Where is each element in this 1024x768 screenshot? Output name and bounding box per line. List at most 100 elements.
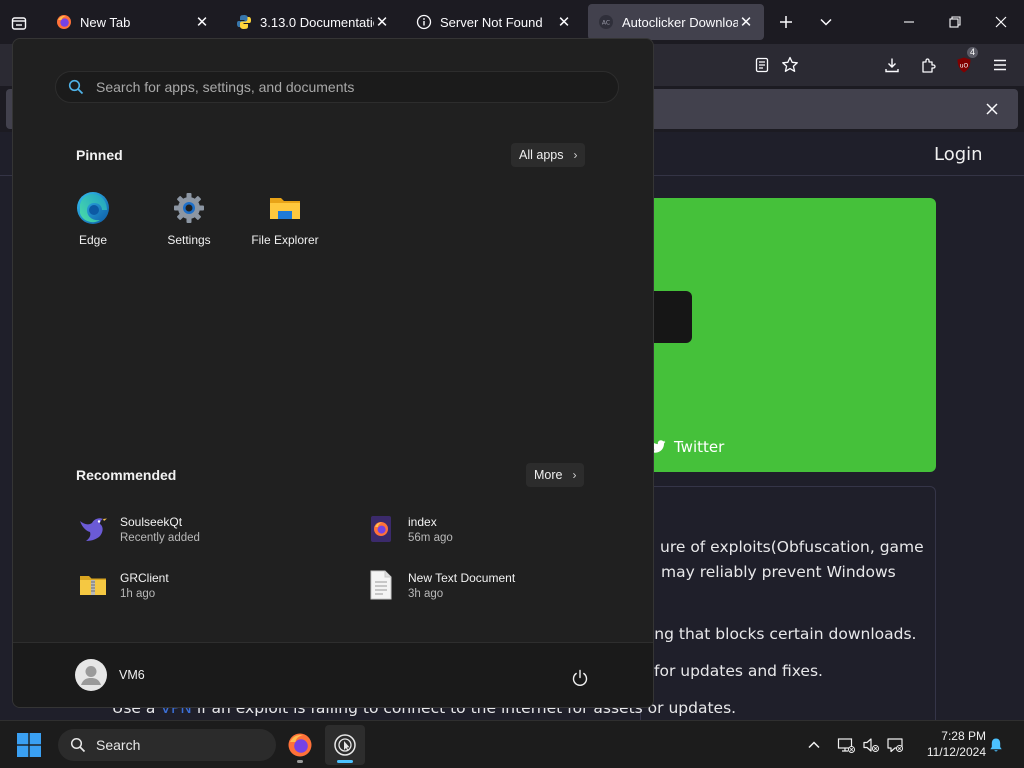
running-indicator xyxy=(297,760,303,763)
restore-icon[interactable] xyxy=(932,0,978,44)
tab-title: Autoclicker Download xyxy=(622,14,738,30)
pinned-app-label: File Explorer xyxy=(251,233,319,247)
all-apps-button[interactable]: All apps › xyxy=(511,143,586,167)
chevron-right-icon: › xyxy=(572,468,577,482)
hamburger-menu-icon[interactable] xyxy=(988,53,1012,77)
autoclicker-app-icon xyxy=(334,734,356,756)
pinned-app-label: Settings xyxy=(167,233,211,247)
edge-icon xyxy=(77,192,109,224)
close-tab-icon[interactable]: ✕ xyxy=(556,14,572,31)
tab-new-tab[interactable]: New Tab ✕ xyxy=(46,4,220,40)
list-all-tabs-chevron-icon[interactable] xyxy=(814,10,838,34)
bookmark-star-icon[interactable] xyxy=(778,53,802,77)
recommended-subtitle: 56m ago xyxy=(408,531,453,544)
search-icon xyxy=(70,737,86,753)
recommended-text: New Text Document 3h ago xyxy=(408,571,515,600)
new-tab-plus-icon[interactable] xyxy=(774,10,798,34)
close-tab-icon[interactable]: ✕ xyxy=(374,14,390,31)
windows-start-icon[interactable] xyxy=(16,732,42,758)
start-menu: Search for apps, settings, and documents… xyxy=(12,38,654,708)
recommended-text: index 56m ago xyxy=(408,515,453,544)
recommended-text: SoulseekQt Recently added xyxy=(120,515,200,544)
minimize-icon[interactable] xyxy=(886,0,932,44)
recommended-subtitle: 3h ago xyxy=(408,587,444,600)
tab-title: 3.13.0 Documentation xyxy=(260,14,374,30)
firefox-view-icon[interactable] xyxy=(8,12,30,34)
more-label: More xyxy=(534,468,563,482)
extension-badge-count: 4 xyxy=(966,47,978,58)
python-icon xyxy=(236,14,252,30)
ublock-origin-icon[interactable]: uO 4 xyxy=(952,47,978,77)
clock-date: 11/12/2024 xyxy=(926,745,986,759)
svg-text:uO: uO xyxy=(960,63,969,70)
info-box xyxy=(640,486,936,726)
start-search-input[interactable]: Search for apps, settings, and documents xyxy=(55,71,619,103)
tab-title: Server Not Found xyxy=(440,14,543,30)
chevron-right-icon: › xyxy=(573,148,578,162)
recommended-name: New Text Document xyxy=(408,570,516,585)
recommended-item-index[interactable]: index 56m ago xyxy=(364,509,624,549)
recommended-name: GRClient xyxy=(120,570,169,585)
extensions-puzzle-icon[interactable] xyxy=(916,53,940,77)
taskbar-autoclicker[interactable] xyxy=(325,725,365,765)
paragraph-line: may reliably prevent Windows xyxy=(661,563,896,581)
recommended-subtitle: 1h ago xyxy=(120,587,156,600)
pinned-app-file-explorer[interactable]: File Explorer xyxy=(237,191,333,261)
svg-text:AC: AC xyxy=(602,20,610,27)
taskbar-firefox[interactable] xyxy=(280,725,320,765)
close-window-icon[interactable] xyxy=(978,0,1024,44)
paragraph-line: for updates and fixes. xyxy=(654,662,823,680)
recommended-item-soulseek[interactable]: SoulseekQt Recently added xyxy=(76,509,336,549)
twitter-link[interactable]: Twitter xyxy=(650,438,724,456)
search-icon xyxy=(68,79,84,95)
close-tab-icon[interactable]: ✕ xyxy=(738,14,754,31)
more-button[interactable]: More › xyxy=(526,463,585,487)
firefox-icon xyxy=(288,733,312,757)
info-icon xyxy=(416,14,432,30)
twitter-label: Twitter xyxy=(674,438,725,456)
downloads-icon[interactable] xyxy=(880,53,904,77)
download-card: Twitter xyxy=(640,198,936,472)
zip-folder-icon xyxy=(76,568,110,602)
start-menu-footer: VM6 xyxy=(13,642,653,707)
soulseek-bird-icon xyxy=(76,512,110,546)
recommended-subtitle: Recently added xyxy=(120,531,200,544)
file-explorer-icon xyxy=(270,198,300,219)
reader-view-icon[interactable] xyxy=(750,53,774,77)
pinned-app-label: Edge xyxy=(78,233,108,247)
start-search-placeholder: Search for apps, settings, and documents xyxy=(96,79,355,95)
close-notification-icon[interactable] xyxy=(982,99,1002,119)
close-tab-icon[interactable]: ✕ xyxy=(194,14,210,31)
settings-gear-icon xyxy=(174,193,204,223)
pinned-app-settings[interactable]: Settings xyxy=(141,191,237,261)
taskbar-clock[interactable]: 7:28 PM 11/12/2024 xyxy=(906,728,986,760)
user-name: VM6 xyxy=(119,668,145,682)
volume-muted-icon[interactable] xyxy=(861,735,881,755)
tray-overflow-chevron-up-icon[interactable] xyxy=(804,735,824,755)
power-icon[interactable] xyxy=(569,667,591,689)
firefox-file-icon xyxy=(364,512,398,546)
tab-documentation[interactable]: 3.13.0 Documentation ✕ xyxy=(226,4,400,40)
user-account-button[interactable]: VM6 xyxy=(75,659,145,691)
chat-feedback-icon[interactable] xyxy=(885,735,905,755)
recommended-heading: Recommended xyxy=(76,467,177,483)
recommended-name: SoulseekQt xyxy=(120,514,183,529)
all-apps-label: All apps xyxy=(519,148,564,162)
pinned-app-edge[interactable]: Edge xyxy=(45,191,141,261)
paragraph-line: ure of exploits(Obfuscation, game xyxy=(660,538,924,556)
tab-server-not-found[interactable]: Server Not Found ✕ xyxy=(406,4,582,40)
site-icon: AC xyxy=(598,14,614,30)
recommended-item-new-text-document[interactable]: New Text Document 3h ago xyxy=(364,565,624,605)
recommended-name: index xyxy=(408,514,437,529)
notification-bell-icon[interactable] xyxy=(986,735,1006,755)
firefox-icon xyxy=(56,14,72,30)
pinned-heading: Pinned xyxy=(76,147,123,163)
taskbar: Search 7:28 PM 11/12/2024 xyxy=(0,720,1024,768)
taskbar-search-box[interactable]: Search xyxy=(58,729,276,761)
avatar xyxy=(75,659,107,691)
active-indicator xyxy=(337,760,353,763)
login-link[interactable]: Login xyxy=(934,144,983,165)
tab-autoclicker-download[interactable]: AC Autoclicker Download ✕ xyxy=(588,4,764,40)
network-icon[interactable] xyxy=(836,735,856,755)
recommended-item-grclient[interactable]: GRClient 1h ago xyxy=(76,565,336,605)
